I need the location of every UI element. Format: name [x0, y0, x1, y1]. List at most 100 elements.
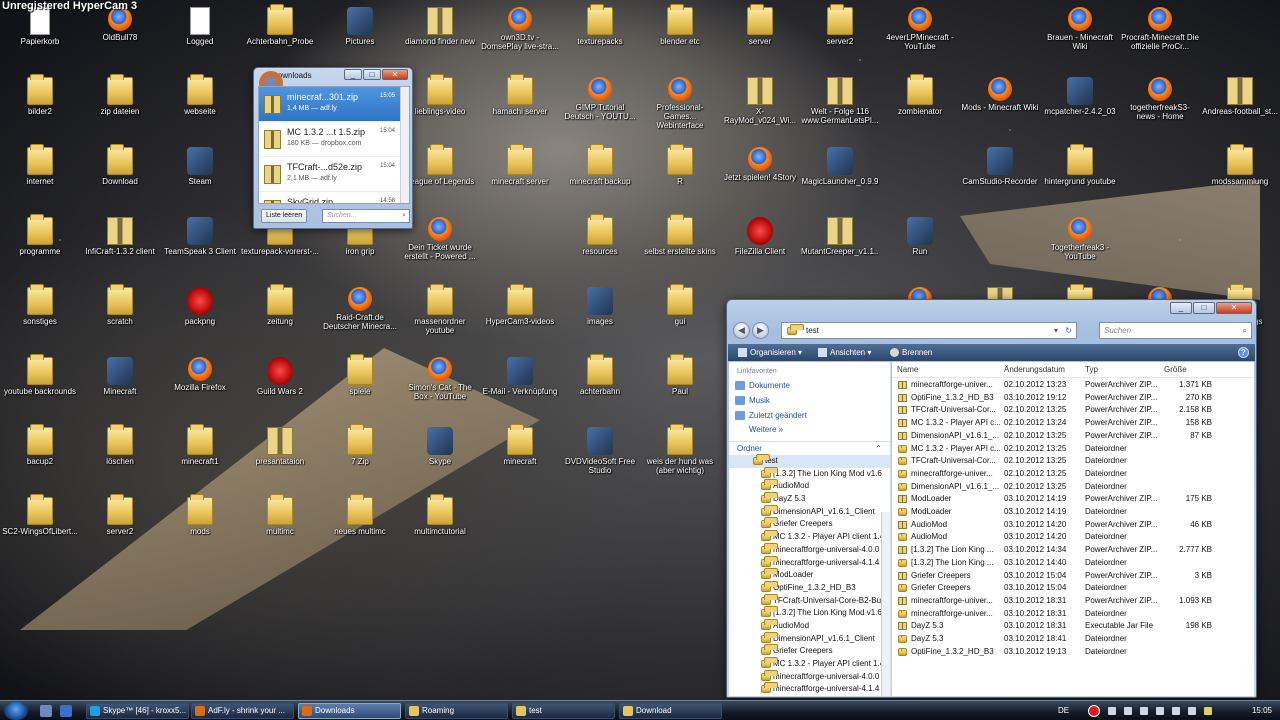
back-button[interactable]: ◀: [733, 322, 750, 339]
desktop-icon[interactable]: scratch: [81, 283, 159, 349]
tree-item[interactable]: [1.3.2] The Lion King Mod v1.6: [729, 606, 890, 620]
file-row[interactable]: DayZ 5.3 03.10.2012 18:31 Executable Jar F…: [892, 620, 1254, 633]
file-row[interactable]: DayZ 5.3 03.10.2012 18:41 Dateiordner: [892, 633, 1254, 646]
file-row[interactable]: minecraftforge-univer... 03.10.2012 18:31…: [892, 595, 1254, 608]
file-row[interactable]: minecraftforge-univer... 02.10.2012 13:23…: [892, 379, 1254, 392]
file-row[interactable]: Griefer Creepers 03.10.2012 15:04 PowerArc…: [892, 570, 1254, 583]
maximize-button[interactable]: □: [363, 69, 381, 80]
desktop-icon[interactable]: Download: [81, 143, 159, 209]
desktop-icon[interactable]: bilder2: [1, 73, 79, 139]
desktop-icon[interactable]: Andreas-football_st...: [1201, 73, 1279, 139]
file-row[interactable]: minecraftforge-univer... 03.10.2012 18:31…: [892, 608, 1254, 621]
desktop-icon[interactable]: packpng: [161, 283, 239, 349]
downloads-search-input[interactable]: Suchen... ⌕: [322, 209, 410, 223]
tree-item[interactable]: MC 1.3.2 - Player API client 1.4: [729, 530, 890, 544]
address-dropdown-icon[interactable]: ▾: [1054, 323, 1058, 338]
desktop-icon[interactable]: Mozilla Firefox: [161, 353, 239, 419]
desktop-icon[interactable]: bacup2: [1, 423, 79, 489]
favorite-link[interactable]: Zuletzt geändert: [729, 408, 890, 423]
desktop-icon[interactable]: Simon's Cat - The Box - YouTube: [401, 353, 479, 419]
desktop-icon[interactable]: mods: [161, 493, 239, 559]
desktop-icon[interactable]: server: [721, 3, 799, 69]
taskbar-button[interactable]: test: [512, 703, 615, 719]
more-link[interactable]: Weitere »: [729, 423, 890, 437]
network-icon[interactable]: [1172, 707, 1180, 715]
desktop-icon[interactable]: Steam: [161, 143, 239, 209]
tree-item[interactable]: DimensionAPI_v1.6.1_Client: [729, 631, 890, 646]
desktop-icon[interactable]: DVDVideoSoft Free Studio: [561, 423, 639, 489]
tree-item[interactable]: MC 1.3.2 - Player API client 1.4: [729, 657, 890, 671]
forward-button[interactable]: ▶: [752, 322, 769, 339]
desktop-icon[interactable]: Papierkorb: [1, 3, 79, 69]
skype-tray-icon[interactable]: [1204, 707, 1212, 715]
scrollbar[interactable]: [881, 512, 890, 696]
file-row[interactable]: AudioMod 03.10.2012 14:20 PowerArchiver ZI…: [892, 519, 1254, 532]
explorer-search-input[interactable]: Suchen ⌕: [1099, 322, 1252, 339]
file-row[interactable]: MC 1.3.2 - Player API c... 02.10.2012 13:…: [892, 417, 1254, 430]
desktop-icon[interactable]: hintergrund youtube: [1041, 143, 1119, 209]
desktop-icon[interactable]: Pictures: [321, 3, 399, 69]
desktop-icon[interactable]: Mods - Minecraft Wiki: [961, 73, 1039, 139]
tray-icon[interactable]: [1124, 707, 1132, 715]
desktop-icon[interactable]: togetherfreakS3-news - Home: [1121, 73, 1199, 139]
stop-icon[interactable]: [1108, 707, 1116, 715]
close-button[interactable]: ✕: [1216, 302, 1252, 314]
file-row[interactable]: Griefer Creepers 03.10.2012 15:04 Dateiord…: [892, 582, 1254, 595]
desktop-icon[interactable]: R: [641, 143, 719, 209]
desktop-icon[interactable]: multimc: [241, 493, 319, 559]
address-bar[interactable]: test ▾ ↻: [781, 322, 1077, 339]
column-type[interactable]: Typ: [1085, 362, 1098, 378]
desktop-icon[interactable]: weis der hund was (aber wichtig): [641, 423, 719, 489]
file-row[interactable]: ModLoader 03.10.2012 14:19 PowerArchiver Z…: [892, 493, 1254, 506]
desktop-icon[interactable]: resources: [561, 213, 639, 279]
maximize-button[interactable]: □: [1193, 302, 1215, 314]
clock[interactable]: 15:05: [1252, 701, 1272, 720]
tree-item[interactable]: [1.3.2] The Lion King Mod v1.6: [729, 466, 890, 481]
tree-item[interactable]: TFCraft-Universal-Core-B2-Bu: [729, 593, 890, 608]
taskbar-button[interactable]: Downloads: [298, 703, 401, 719]
tree-item[interactable]: Griefer Creepers: [729, 517, 890, 531]
file-row[interactable]: DimensionAPI_v1.6.1_... 02.10.2012 13:25 P…: [892, 430, 1254, 443]
tree-item[interactable]: ModLoader: [729, 568, 890, 582]
desktop-icon[interactable]: FileZilla Client: [721, 213, 799, 279]
switch-windows-icon[interactable]: [60, 705, 72, 717]
file-row[interactable]: [1.3.2] The Lion King ... 03.10.2012 14:4…: [892, 557, 1254, 570]
file-row[interactable]: MC 1.3.2 - Player API c... 02.10.2012 13:…: [892, 443, 1254, 456]
tree-item[interactable]: DayZ 5.3: [729, 492, 890, 506]
desktop-icon[interactable]: own3D.tv - DomsePlay live-stra...: [481, 3, 559, 69]
file-row[interactable]: AudioMod 03.10.2012 14:20 Dateiordner: [892, 531, 1254, 544]
tree-item[interactable]: OptiFine_1.3.2_HD_B3: [729, 580, 890, 595]
desktop-icon[interactable]: minecraft server: [481, 143, 559, 209]
tree-item[interactable]: DimensionAPI_v1.6.1_Client: [729, 504, 890, 519]
tray-icon[interactable]: [1140, 707, 1148, 715]
taskbar-button[interactable]: Skype™ [46] - kroxx5...: [86, 703, 189, 719]
scrollbar[interactable]: [400, 87, 409, 203]
desktop-icon[interactable]: zeitung: [241, 283, 319, 349]
desktop-icon[interactable]: diamond finder new: [401, 3, 479, 69]
clear-list-button[interactable]: Liste leeren: [261, 209, 308, 223]
desktop-icon[interactable]: Brauen - Minecraft Wiki: [1041, 3, 1119, 69]
tree-item[interactable]: minecraftforge-universal-4.1.4: [729, 555, 890, 570]
tree-item[interactable]: minecraftforge-universal-4.1.4: [729, 682, 890, 696]
desktop-icon[interactable]: webseite: [161, 73, 239, 139]
download-item[interactable]: MC 1.3.2 ...t 1.5.zip 180 KB — dropbox.co…: [259, 122, 409, 157]
burn-button[interactable]: Brennen: [888, 344, 932, 361]
tree-item[interactable]: minecraftforge-universal-4.0.0: [729, 542, 890, 557]
desktop-icon[interactable]: sonstiges: [1, 283, 79, 349]
record-icon[interactable]: [1088, 705, 1100, 717]
desktop-icon[interactable]: Jetzt spielen! 4Story: [721, 143, 799, 209]
desktop-icon[interactable]: selbst erstellte skins: [641, 213, 719, 279]
desktop-icon[interactable]: Paul: [641, 353, 719, 419]
show-desktop-icon[interactable]: [40, 705, 52, 717]
file-row[interactable]: TFCraft-Universal-Cor... 02.10.2012 13:25…: [892, 404, 1254, 417]
desktop-icon[interactable]: massenordner youtube: [401, 283, 479, 349]
search-icon[interactable]: ⌕: [402, 210, 406, 222]
desktop-icon[interactable]: neues multimc: [321, 493, 399, 559]
desktop-icon[interactable]: Procraft-Minecraft Die offizielle ProCr.…: [1121, 3, 1199, 69]
column-name[interactable]: Name: [897, 362, 918, 378]
download-item[interactable]: minecraf...301.zip 1,4 MB — adf.ly 15:05: [259, 87, 409, 122]
desktop-icon[interactable]: Togetherfreak3 - YouTube: [1041, 213, 1119, 279]
file-row[interactable]: ModLoader 03.10.2012 14:19 Dateiordner: [892, 506, 1254, 519]
file-row[interactable]: TFCraft-Universal-Cor... 02.10.2012 13:25…: [892, 455, 1254, 468]
downloads-list[interactable]: minecraf...301.zip 1,4 MB — adf.ly 15:05 MC…: [258, 86, 410, 204]
